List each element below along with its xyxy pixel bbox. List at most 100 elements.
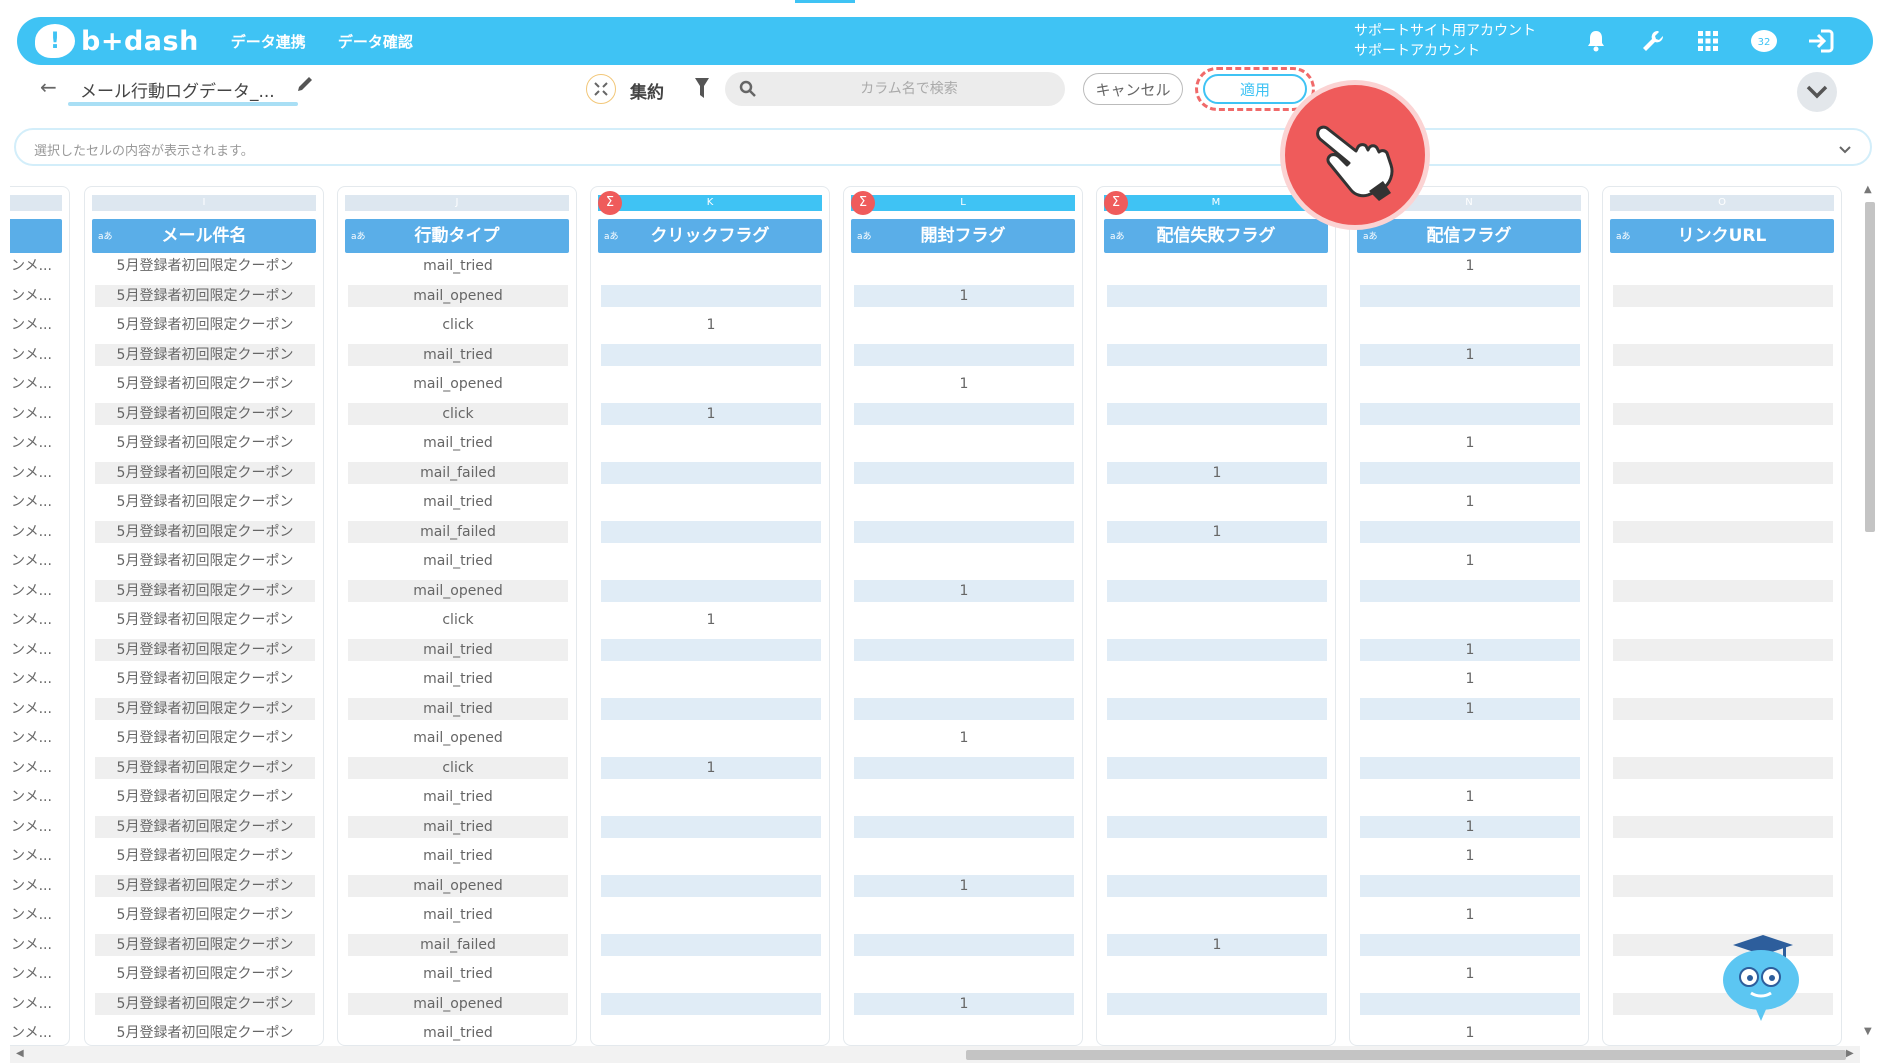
- table-cell[interactable]: 5月登録者初回限定クーポン: [95, 786, 315, 808]
- table-cell[interactable]: 5月登録者初回限定クーポン: [95, 373, 315, 395]
- table-cell[interactable]: [1107, 668, 1327, 690]
- table-cell[interactable]: [1360, 727, 1580, 749]
- aggregate-label[interactable]: 集約: [630, 78, 664, 103]
- table-cell[interactable]: [601, 491, 821, 513]
- table-cell[interactable]: [1107, 963, 1327, 985]
- sigma-icon[interactable]: Σ: [851, 191, 875, 215]
- table-cell[interactable]: [1613, 432, 1833, 454]
- table-cell[interactable]: [1107, 550, 1327, 572]
- table-cell[interactable]: [854, 668, 1074, 690]
- table-cell[interactable]: [1613, 255, 1833, 277]
- table-cell[interactable]: mail_tried: [348, 1022, 568, 1044]
- table-cell[interactable]: ンメ...: [11, 698, 69, 720]
- table-cell[interactable]: mail_tried: [348, 786, 568, 808]
- table-cell[interactable]: [601, 845, 821, 867]
- collapse-button[interactable]: [1797, 72, 1837, 112]
- table-cell[interactable]: [1107, 373, 1327, 395]
- table-cell[interactable]: [1613, 756, 1833, 779]
- bell-icon[interactable]: [1580, 25, 1612, 57]
- table-cell[interactable]: [601, 343, 821, 366]
- table-cell[interactable]: 5月登録者初回限定クーポン: [95, 343, 315, 366]
- table-cell[interactable]: ンメ...: [11, 344, 69, 366]
- table-cell[interactable]: [1613, 609, 1833, 631]
- table-cell[interactable]: mail_tried: [348, 638, 568, 661]
- table-cell[interactable]: [1107, 874, 1327, 897]
- table-cell[interactable]: [601, 1022, 821, 1044]
- table-cell[interactable]: [601, 992, 821, 1015]
- table-cell[interactable]: [854, 461, 1074, 484]
- table-cell[interactable]: mail_tried: [348, 343, 568, 366]
- table-cell[interactable]: ンメ...: [11, 550, 69, 572]
- table-cell[interactable]: [1107, 432, 1327, 454]
- table-cell[interactable]: 5月登録者初回限定クーポン: [95, 402, 315, 425]
- table-cell[interactable]: 1: [1360, 963, 1580, 985]
- table-cell[interactable]: [1613, 697, 1833, 720]
- table-cell[interactable]: ンメ...: [11, 403, 69, 425]
- scroll-right-icon[interactable]: ▶: [1846, 1048, 1854, 1059]
- table-cell[interactable]: [854, 697, 1074, 720]
- table-cell[interactable]: [854, 1022, 1074, 1044]
- table-cell[interactable]: 1: [1360, 845, 1580, 867]
- table-cell[interactable]: [854, 963, 1074, 985]
- table-cell[interactable]: ンメ...: [11, 639, 69, 661]
- table-cell[interactable]: 5月登録者初回限定クーポン: [95, 520, 315, 543]
- table-cell[interactable]: [601, 432, 821, 454]
- table-cell[interactable]: mail_tried: [348, 255, 568, 277]
- table-cell[interactable]: [1613, 343, 1833, 366]
- table-cell[interactable]: 1: [854, 992, 1074, 1015]
- table-cell[interactable]: [1360, 992, 1580, 1015]
- table-cell[interactable]: ンメ...: [11, 963, 69, 985]
- table-cell[interactable]: [1613, 461, 1833, 484]
- table-cell[interactable]: ンメ...: [11, 373, 69, 395]
- table-cell[interactable]: 1: [854, 579, 1074, 602]
- table-cell[interactable]: 5月登録者初回限定クーポン: [95, 933, 315, 956]
- table-cell[interactable]: [854, 815, 1074, 838]
- sigma-icon[interactable]: Σ: [1104, 191, 1128, 215]
- table-cell[interactable]: mail_tried: [348, 963, 568, 985]
- table-cell[interactable]: [601, 697, 821, 720]
- table-cell[interactable]: 5月登録者初回限定クーポン: [95, 609, 315, 631]
- table-cell[interactable]: [1360, 402, 1580, 425]
- table-cell[interactable]: [601, 550, 821, 572]
- table-cell[interactable]: 1: [1360, 904, 1580, 926]
- table-cell[interactable]: [1107, 402, 1327, 425]
- table-cell[interactable]: 5月登録者初回限定クーポン: [95, 491, 315, 513]
- wrench-icon[interactable]: [1637, 25, 1669, 57]
- table-cell[interactable]: [1107, 1022, 1327, 1044]
- table-cell[interactable]: [854, 255, 1074, 277]
- account-info[interactable]: サポートサイト用アカウント サポートアカウント: [1354, 21, 1536, 61]
- column-header[interactable]: 配信失敗フラグ aあ: [1104, 219, 1328, 253]
- table-cell[interactable]: 5月登録者初回限定クーポン: [95, 461, 315, 484]
- logo[interactable]: ! b+dash: [35, 24, 199, 58]
- table-cell[interactable]: 5月登録者初回限定クーポン: [95, 668, 315, 690]
- column-header[interactable]: 行動タイプ aあ: [345, 219, 569, 253]
- table-cell[interactable]: [1613, 402, 1833, 425]
- table-cell[interactable]: [854, 520, 1074, 543]
- table-cell[interactable]: ンメ...: [11, 668, 69, 690]
- table-cell[interactable]: [1613, 845, 1833, 867]
- table-cell[interactable]: 1: [1360, 638, 1580, 661]
- table-cell[interactable]: 5月登録者初回限定クーポン: [95, 432, 315, 454]
- table-cell[interactable]: mail_opened: [348, 579, 568, 602]
- table-cell[interactable]: mail_failed: [348, 933, 568, 956]
- table-cell[interactable]: [1613, 904, 1833, 926]
- table-cell[interactable]: mail_tried: [348, 668, 568, 690]
- aggregate-icon[interactable]: [586, 74, 616, 104]
- table-cell[interactable]: ンメ...: [11, 462, 69, 484]
- table-cell[interactable]: [601, 933, 821, 956]
- table-cell[interactable]: [1613, 314, 1833, 336]
- table-cell[interactable]: 5月登録者初回限定クーポン: [95, 727, 315, 749]
- table-cell[interactable]: 5月登録者初回限定クーポン: [95, 697, 315, 720]
- table-cell[interactable]: ンメ...: [11, 757, 69, 779]
- table-cell[interactable]: click: [348, 402, 568, 425]
- table-cell[interactable]: 1: [1360, 432, 1580, 454]
- table-cell[interactable]: 5月登録者初回限定クーポン: [95, 550, 315, 572]
- table-cell[interactable]: [854, 638, 1074, 661]
- table-cell[interactable]: [1107, 727, 1327, 749]
- table-cell[interactable]: 5月登録者初回限定クーポン: [95, 845, 315, 867]
- table-cell[interactable]: [1107, 491, 1327, 513]
- table-cell[interactable]: 1: [1360, 697, 1580, 720]
- table-cell[interactable]: mail_tried: [348, 697, 568, 720]
- table-cell[interactable]: [1360, 373, 1580, 395]
- table-cell[interactable]: mail_failed: [348, 520, 568, 543]
